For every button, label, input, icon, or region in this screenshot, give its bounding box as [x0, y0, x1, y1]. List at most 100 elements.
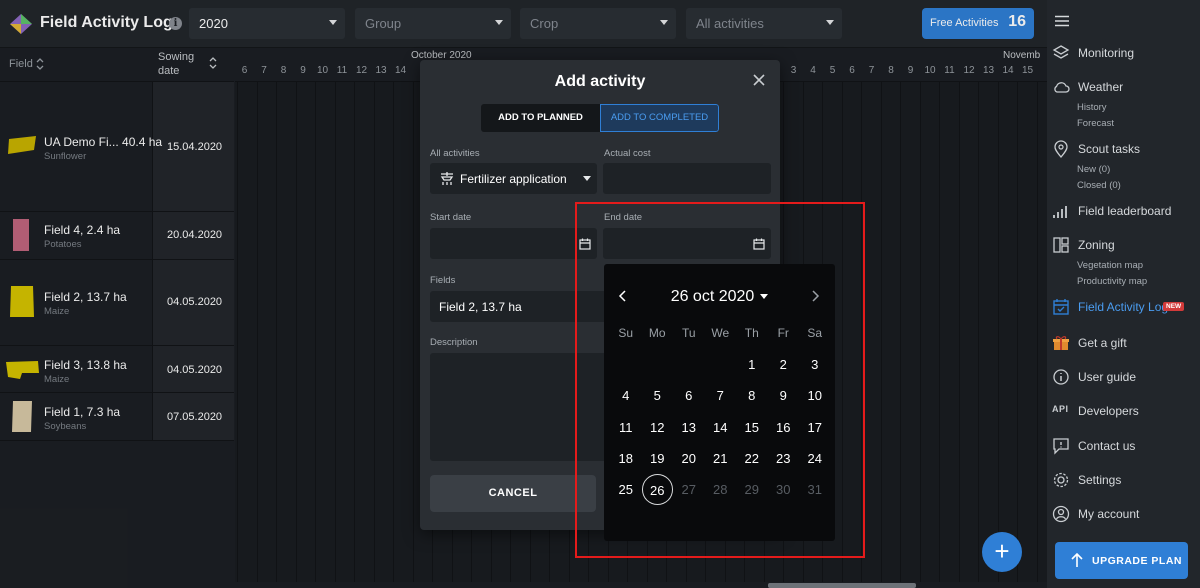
- date-picker: 26 oct 2020 Su Mo Tu We Th Fr Sa 1 2 3 4 5 6 7 8 9 10 11…: [604, 264, 835, 541]
- calendar-day[interactable]: 5: [642, 380, 674, 411]
- upgrade-plan-button[interactable]: UPGRADE PLAN: [1055, 542, 1188, 579]
- calendar-day[interactable]: 18: [610, 443, 642, 474]
- chat-icon: [1053, 438, 1069, 455]
- api-icon: API: [1052, 404, 1069, 414]
- sidebar-subitem-vegetation-map[interactable]: Vegetation map: [1077, 260, 1143, 271]
- calendar-day: 31: [807, 482, 822, 498]
- calendar-icon[interactable]: [753, 238, 765, 250]
- description-label: Description: [430, 337, 478, 348]
- sidebar-subitem-productivity-map[interactable]: Productivity map: [1077, 276, 1147, 287]
- calendar-day[interactable]: 11: [610, 412, 642, 443]
- zoning-icon: [1053, 237, 1069, 253]
- end-date-input[interactable]: [603, 228, 771, 259]
- weekday-label: Tu: [681, 326, 696, 340]
- calendar-day[interactable]: 23: [768, 443, 800, 474]
- calendar-day-selected[interactable]: 26: [641, 474, 673, 506]
- sidebar-item-get-a-gift[interactable]: Get a gift: [1078, 336, 1127, 350]
- activity-type-toggle: ADD TO PLANNED ADD TO COMPLETED: [481, 104, 719, 132]
- calendar-day[interactable]: 25: [610, 474, 642, 505]
- calendar-day[interactable]: 21: [705, 443, 737, 474]
- weekday-label: Fr: [777, 326, 789, 340]
- actual-cost-input[interactable]: [603, 163, 771, 194]
- date-picker-header[interactable]: 26 oct 2020: [604, 288, 835, 306]
- sidebar-subitem-forecast[interactable]: Forecast: [1077, 118, 1114, 129]
- calendar-day[interactable]: 13: [673, 412, 705, 443]
- fields-label: Fields: [430, 275, 456, 286]
- calendar-day[interactable]: 12: [642, 412, 674, 443]
- calendar-day[interactable]: 20: [673, 443, 705, 474]
- start-date-label: Start date: [430, 212, 472, 223]
- upgrade-plan-label: UPGRADE PLAN: [1092, 555, 1183, 567]
- calendar-day[interactable]: 19: [642, 443, 674, 474]
- horizontal-scrollbar[interactable]: [768, 583, 916, 588]
- calendar-day[interactable]: 7: [705, 380, 737, 411]
- sidebar-subitem-closed[interactable]: Closed (0): [1077, 180, 1121, 191]
- sidebar-subitem-history[interactable]: History: [1077, 102, 1107, 113]
- weekday-label: Su: [618, 326, 634, 340]
- calendar-day[interactable]: 9: [768, 380, 800, 411]
- weekday-label: Mo: [648, 326, 666, 340]
- sidebar-item-monitoring[interactable]: Monitoring: [1078, 46, 1134, 60]
- calendar-day[interactable]: 3: [799, 349, 831, 380]
- calendar-icon[interactable]: [579, 238, 591, 250]
- fertilizer-icon: [440, 172, 454, 185]
- actual-cost-label: Actual cost: [604, 148, 651, 159]
- sidebar-item-user-guide[interactable]: User guide: [1078, 370, 1136, 384]
- weekday-label: Th: [744, 326, 759, 340]
- calendar-day[interactable]: 16: [768, 412, 800, 443]
- calendar-day: 29: [744, 482, 759, 498]
- chevron-down-icon: [760, 294, 769, 300]
- fields-value: Field 2, 13.7 ha: [439, 300, 522, 314]
- info-circle-icon: [1053, 369, 1069, 385]
- close-icon[interactable]: [752, 73, 766, 87]
- sidebar-item-field-leaderboard[interactable]: Field leaderboard: [1078, 204, 1171, 218]
- calendar-day[interactable]: 17: [799, 412, 831, 443]
- cloud-icon: [1054, 82, 1070, 93]
- user-icon: [1052, 505, 1070, 523]
- start-date-input[interactable]: [430, 228, 597, 259]
- calendar-day[interactable]: 10: [799, 380, 831, 411]
- weekday-label: Sa: [807, 326, 823, 340]
- calendar-day[interactable]: 2: [768, 349, 800, 380]
- location-pin-icon: [1054, 140, 1068, 158]
- tab-add-to-planned[interactable]: ADD TO PLANNED: [481, 104, 600, 132]
- calendar-day[interactable]: 14: [705, 412, 737, 443]
- calendar-day: 27: [681, 482, 696, 498]
- sidebar-item-weather[interactable]: Weather: [1078, 80, 1123, 94]
- calendar-day[interactable]: 1: [736, 349, 768, 380]
- sidebar-item-field-activity-log[interactable]: Field Activity Log: [1078, 300, 1168, 314]
- calendar-day[interactable]: 22: [736, 443, 768, 474]
- calendar-day[interactable]: 8: [736, 380, 768, 411]
- modal-title: Add activity: [554, 73, 646, 90]
- sidebar-item-scout-tasks[interactable]: Scout tasks: [1078, 142, 1140, 156]
- cancel-button[interactable]: CANCEL: [430, 475, 596, 512]
- calendar-day[interactable]: 24: [799, 443, 831, 474]
- layers-icon: [1052, 45, 1070, 59]
- sidebar-item-developers[interactable]: Developers: [1078, 404, 1139, 418]
- add-activity-fab[interactable]: +: [982, 532, 1022, 572]
- calendar-day[interactable]: 4: [610, 380, 642, 411]
- bar-chart-icon: [1053, 206, 1067, 218]
- weekday-label: We: [711, 326, 730, 340]
- sidebar-item-my-account[interactable]: My account: [1078, 507, 1139, 521]
- end-date-label: End date: [604, 212, 643, 223]
- calendar-day: 28: [713, 482, 728, 498]
- activity-type-select[interactable]: Fertilizer application: [430, 163, 597, 194]
- tab-add-to-completed[interactable]: ADD TO COMPLETED: [600, 104, 719, 132]
- new-badge: NEW: [1163, 302, 1185, 311]
- chevron-right-icon[interactable]: [810, 290, 820, 302]
- gear-icon: [1053, 472, 1069, 488]
- calendar-day: 30: [776, 482, 791, 498]
- sidebar-item-contact-us[interactable]: Contact us: [1078, 439, 1135, 453]
- gift-icon: [1053, 336, 1069, 350]
- activities-label: All activities: [430, 148, 480, 159]
- sidebar-item-zoning[interactable]: Zoning: [1078, 238, 1115, 252]
- calendar-day[interactable]: 6: [673, 380, 705, 411]
- chevron-down-icon: [583, 176, 591, 181]
- calendar-day[interactable]: 15: [736, 412, 768, 443]
- sidebar-subitem-new[interactable]: New (0): [1077, 164, 1110, 175]
- activity-type-value: Fertilizer application: [460, 172, 567, 186]
- sidebar-item-settings[interactable]: Settings: [1078, 473, 1121, 487]
- hamburger-menu-icon[interactable]: [1055, 15, 1069, 27]
- arrow-up-icon: [1071, 553, 1083, 567]
